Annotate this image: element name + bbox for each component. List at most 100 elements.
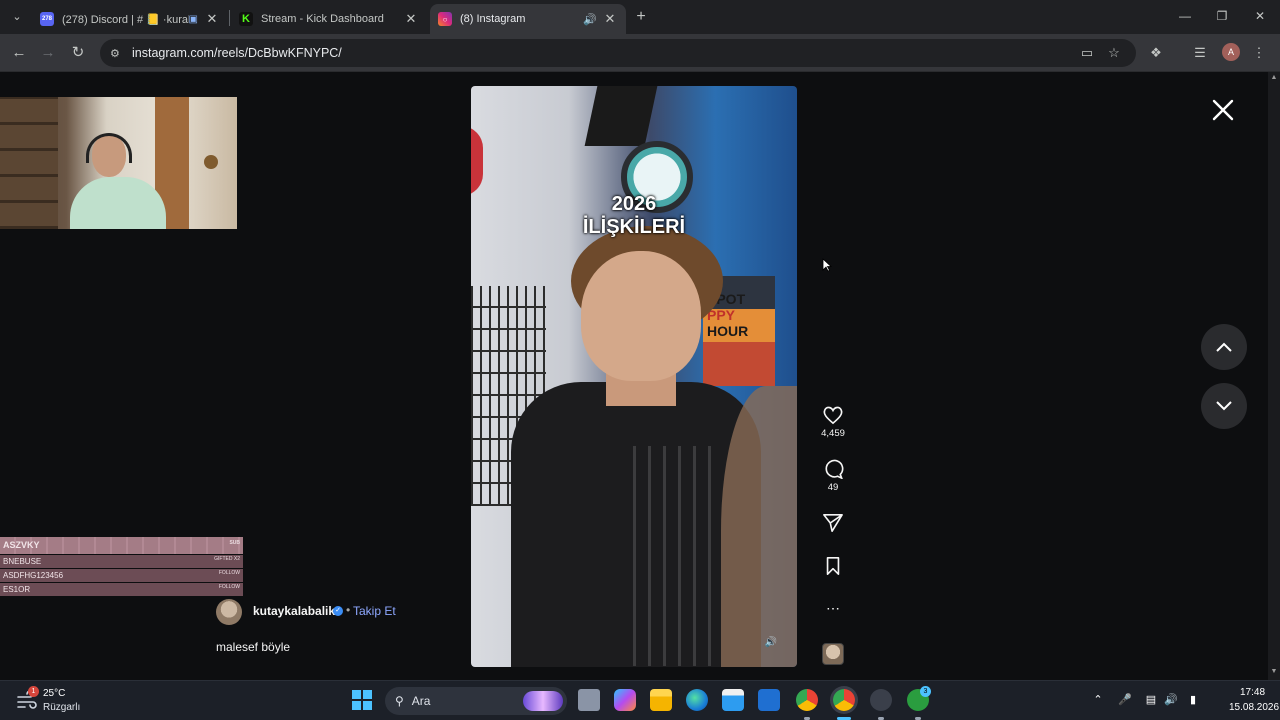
bookmark-star-icon[interactable]: ☆ [1104,43,1124,63]
scroll-down-icon[interactable]: ▼ [1270,668,1278,675]
file-explorer-icon[interactable] [650,689,672,711]
discord-icon: 278 [40,12,54,26]
tab-title: (8) Instagram [460,13,526,25]
forward-button[interactable]: → [37,42,59,64]
bookmark-icon [826,557,840,575]
reload-button[interactable]: ↻ [67,42,89,64]
like-count: 4,459 [821,428,845,439]
chevron-down-icon [1216,401,1232,411]
show-hidden-icons-chevron-up-icon[interactable]: ⌃ [1090,692,1106,708]
back-button[interactable]: ← [8,42,30,64]
tab-instagram[interactable]: ○ (8) Instagram 🔊 ✕ [430,4,626,34]
webcam-overlay [0,97,237,229]
more-options-button[interactable]: ⋯ [818,600,848,616]
send-icon [823,514,843,532]
heart-icon [823,406,843,425]
url-text: instagram.com/reels/DcBbwKFNYPC/ [132,46,342,60]
video-overlay-text: 2026 İLİŞKİLERİ [582,193,686,238]
share-button[interactable] [818,513,848,533]
profile-avatar[interactable]: A [1222,43,1240,61]
network-icon[interactable]: ▤ [1143,692,1159,708]
event-row: ASDFHG123456 FOLLOW [0,569,243,582]
chrome-active-icon[interactable] [833,689,855,711]
microsoft-store-icon[interactable] [722,689,744,711]
new-tab-button[interactable]: + [632,8,650,26]
event-row: BNEBUSE GIFTED X2 [0,555,243,568]
copilot-icon[interactable] [614,689,636,711]
black-flag [584,86,658,146]
event-row: ASZVKY SUB [0,537,243,554]
install-app-icon[interactable]: ▭ [1077,43,1097,63]
mouse-cursor-icon [822,258,832,272]
clock-date[interactable]: 15.08.2026 [1229,702,1279,713]
screen-share-icon: ▣ [188,13,198,25]
address-bar[interactable]: ⚙ instagram.com/reels/DcBbwKFNYPC/ [100,39,1136,67]
reel-caption: malesef böyle [216,640,291,654]
obs-studio-icon[interactable] [870,689,892,711]
previous-reel-button[interactable] [1201,324,1247,370]
start-button[interactable] [352,690,372,710]
tab-title: Stream - Kick Dashboard [261,13,384,25]
original-audio-thumbnail[interactable] [822,643,844,665]
shirt-print [621,446,711,666]
weather-alert-badge: 1 [28,686,39,697]
kick-icon: K [239,12,253,26]
comment-count: 49 [827,482,839,493]
like-button[interactable]: 4,459 [818,405,848,439]
author-username[interactable]: kutaykalabalik [253,604,335,618]
red-sign [471,126,483,196]
tab-strip: ⌄ 278 (278) Discord | # 📒 ·kuralla ▣ ✕ K… [0,0,1280,34]
search-placeholder: Ara [411,694,431,708]
chevron-down-icon: ⌄ [12,10,22,23]
tab-divider [229,10,230,26]
follow-button[interactable]: Takip Et [353,604,396,618]
verified-badge-icon: ✓ [333,606,343,616]
reel-video[interactable]: SPOT PPY HOUR 2026 İLİŞKİLERİ 🔊 [471,86,797,667]
battery-icon[interactable]: ▮ [1185,692,1201,708]
tab-search-button[interactable]: ⌄ [7,6,27,26]
author-avatar[interactable] [216,599,242,625]
media-control-icon[interactable]: ☰ [1190,43,1210,63]
weather-description: Rüzgarlı [43,702,81,713]
scroll-up-icon[interactable]: ▲ [1270,74,1278,81]
outlook-icon[interactable] [758,689,780,711]
minimize-button[interactable]: — [1173,6,1197,26]
site-info-icon[interactable]: ⚙ [110,47,126,60]
page-scrollbar[interactable]: ▲ ▼ [1268,72,1280,680]
windows-taskbar: 1 25°C Rüzgarlı ⚲ Ara 3 ⌃ 🎤 ▤ 🔊 ▮ 17:48 … [0,680,1280,720]
taskbar-search[interactable]: ⚲ Ara [385,687,567,715]
save-button[interactable] [818,556,848,576]
stream-event-feed: ASZVKY SUB BNEBUSE GIFTED X2 ASDFHG12345… [0,537,243,597]
start-logo-tile [352,690,361,699]
chrome-icon[interactable] [796,689,818,711]
close-tab-icon[interactable]: ✕ [403,11,419,27]
volume-icon[interactable]: 🔊 [1163,692,1179,708]
headset [86,133,132,163]
comment-icon [825,459,844,479]
xbox-badge: 3 [920,686,931,697]
extensions-icon[interactable]: ❖ [1146,43,1166,63]
start-logo-tile [363,701,372,710]
close-tab-icon[interactable]: ✕ [204,11,220,27]
tab-kick[interactable]: K Stream - Kick Dashboard ✕ [231,4,427,34]
start-logo-tile [352,701,361,710]
clock-time[interactable]: 17:48 [1240,687,1265,698]
next-reel-button[interactable] [1201,383,1247,429]
tab-discord[interactable]: 278 (278) Discord | # 📒 ·kuralla ▣ ✕ [32,4,228,34]
task-view-icon[interactable] [578,689,600,711]
bookshelf [0,97,58,229]
close-viewer-icon[interactable] [1210,97,1236,123]
audio-toggle-icon[interactable]: 🔊 [763,635,779,651]
close-window-button[interactable]: ✕ [1248,6,1272,26]
comment-button[interactable]: 49 [818,459,848,493]
microphone-icon[interactable]: 🎤 [1117,692,1133,708]
restore-button[interactable]: ❐ [1210,6,1234,26]
search-icon: ⚲ [395,694,404,708]
streamer-body [70,177,166,229]
close-tab-icon[interactable]: ✕ [602,11,618,27]
edge-browser-icon[interactable] [686,689,708,711]
audio-playing-icon[interactable]: 🔊 [582,13,598,26]
menu-icon[interactable]: ⋮ [1249,43,1269,63]
instagram-icon: ○ [438,12,452,26]
person-face [581,251,701,381]
